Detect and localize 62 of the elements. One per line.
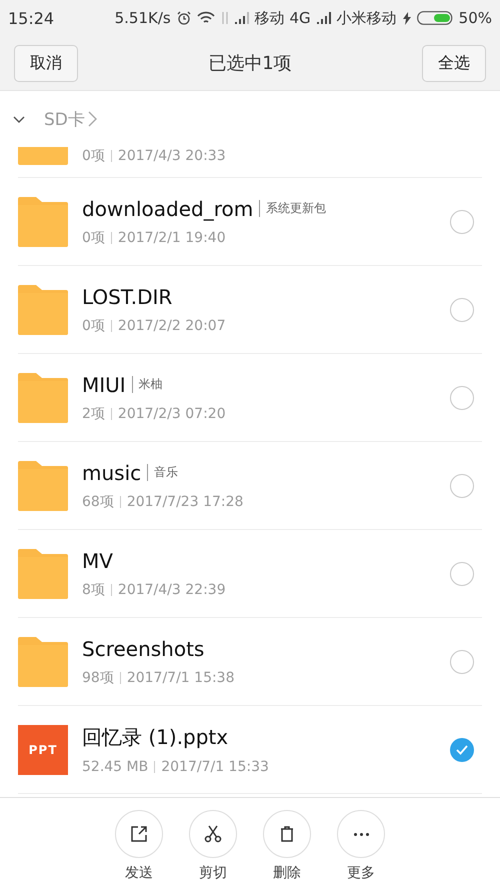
item-count: 0项 xyxy=(82,316,105,334)
check-icon xyxy=(456,744,468,754)
file-name: Screenshots xyxy=(82,636,204,660)
file-row[interactable]: PPT 回忆录 (1).pptx 52.45 MB 2017/7/1 15:33 xyxy=(18,706,482,794)
file-name: music xyxy=(82,460,142,484)
ppt-file-icon: PPT xyxy=(18,724,68,774)
file-name: LOST.DIR xyxy=(82,284,172,308)
wifi-icon xyxy=(196,11,215,25)
file-name: 回忆录 (1).pptx xyxy=(82,724,228,751)
folder-tag: 米柚 xyxy=(132,376,163,393)
select-checkbox[interactable] xyxy=(450,562,474,586)
folder-tag: 音乐 xyxy=(147,464,178,481)
item-count: 52.45 MB xyxy=(82,759,148,775)
modified-date: 2017/7/1 15:33 xyxy=(161,759,269,775)
scissors-icon xyxy=(203,824,223,844)
carrier-name: 小米移动 xyxy=(336,8,397,28)
folder-icon xyxy=(18,147,68,165)
select-checkbox[interactable] xyxy=(450,474,474,498)
modified-date: 2017/2/1 19:40 xyxy=(118,230,226,246)
alarm-icon xyxy=(176,11,191,25)
item-count: 2项 xyxy=(82,404,105,422)
share-icon xyxy=(129,824,149,844)
battery-icon xyxy=(416,11,453,25)
modified-date: 2017/7/1 15:38 xyxy=(126,670,235,686)
modified-date: 2017/2/2 20:07 xyxy=(118,318,226,334)
modified-date: 2017/4/3 22:39 xyxy=(118,582,226,598)
select-checkbox[interactable] xyxy=(450,210,474,234)
select-checkbox[interactable] xyxy=(450,650,474,674)
file-row[interactable]: MV 8项 2017/4/3 22:39 xyxy=(18,530,482,618)
item-count: 8项 xyxy=(82,580,105,598)
charging-icon xyxy=(402,12,411,24)
folder-tag: 系统更新包 xyxy=(259,200,326,217)
item-count: 98项 xyxy=(82,668,114,686)
battery-percent: 50% xyxy=(458,9,492,27)
file-row[interactable]: Screenshots 98项 2017/7/1 15:38 xyxy=(18,618,482,706)
item-count: 68项 xyxy=(82,492,114,510)
file-row[interactable]: downloaded_rom 系统更新包 0项 2017/2/1 19:40 xyxy=(18,178,482,266)
item-count: 0项 xyxy=(82,228,105,246)
file-row[interactable]: LOST.DIR 0项 2017/2/2 20:07 xyxy=(18,266,482,354)
select-all-button[interactable]: 全选 xyxy=(422,44,486,82)
select-checkbox[interactable] xyxy=(450,738,474,762)
file-name: downloaded_rom xyxy=(82,196,254,220)
selection-title: 已选中1项 xyxy=(208,52,292,75)
signal-icon xyxy=(316,12,331,24)
modified-date: 2017/4/3 20:33 xyxy=(118,148,226,164)
chevron-down-icon[interactable] xyxy=(12,114,26,124)
file-name: MV xyxy=(82,548,113,572)
modified-date: 2017/2/3 07:20 xyxy=(118,406,226,422)
more-icon xyxy=(354,832,368,836)
cancel-button[interactable]: 取消 xyxy=(14,44,78,82)
file-name: MIUI xyxy=(82,372,126,396)
file-row[interactable]: music 音乐 68项 2017/7/23 17:28 xyxy=(18,442,482,530)
signal-icon xyxy=(234,12,249,24)
carrier-name: 移动 4G xyxy=(254,8,311,28)
network-speed: 5.51K/s xyxy=(114,9,171,27)
file-row[interactable]: MIUI 米柚 2项 2017/2/3 07:20 xyxy=(18,354,482,442)
clock: 15:24 xyxy=(8,8,54,28)
select-checkbox[interactable] xyxy=(450,386,474,410)
modified-date: 2017/7/23 17:28 xyxy=(126,494,244,510)
item-count: 0项 xyxy=(82,147,105,165)
chevron-right-icon xyxy=(86,110,97,128)
select-checkbox[interactable] xyxy=(450,298,474,322)
